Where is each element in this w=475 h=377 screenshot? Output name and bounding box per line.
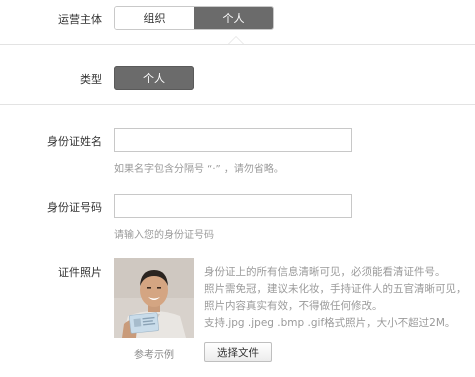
operator-label: 运营主体: [58, 13, 102, 26]
requirement-line: 支持.jpg .jpeg .bmp .gif格式照片，大小不超过2M。: [204, 317, 456, 329]
id-name-label: 身份证姓名: [47, 135, 102, 148]
id-number-label: 身份证号码: [47, 201, 102, 214]
requirement-line: 照片需免冠，建议未化妆，手持证件人的五官清晰可见，: [204, 283, 467, 295]
section-divider: [0, 44, 475, 45]
operator-option-organization[interactable]: 组织: [115, 7, 194, 29]
id-number-input[interactable]: [114, 194, 352, 218]
sample-photo: [114, 258, 194, 338]
sample-caption: 参考示例: [134, 350, 174, 361]
id-name-input[interactable]: [114, 128, 352, 152]
id-name-hint: 如果名字包含分隔号 “·” ，请勿省略。: [114, 164, 284, 175]
operator-option-individual[interactable]: 个人: [194, 7, 273, 29]
section-divider-2: [0, 104, 475, 105]
id-number-hint: 请输入您的身份证号码: [114, 230, 214, 241]
requirement-line: 身份证上的所有信息清晰可见，必须能看清证件号。: [204, 266, 446, 278]
person-holding-id-illustration: [114, 258, 194, 338]
type-label: 类型: [80, 73, 102, 86]
type-individual-button[interactable]: 个人: [114, 66, 194, 90]
requirement-line: 照片内容真实有效，不得做任何修改。: [204, 300, 383, 312]
id-photo-label: 证件照片: [58, 266, 102, 279]
photo-requirements: 身份证上的所有信息清晰可见，必须能看清证件号。 照片需免冠，建议未化妆，手持证件…: [204, 264, 475, 332]
operator-segmented-control: 组织 个人: [114, 6, 274, 30]
choose-file-button[interactable]: 选择文件: [204, 342, 272, 362]
